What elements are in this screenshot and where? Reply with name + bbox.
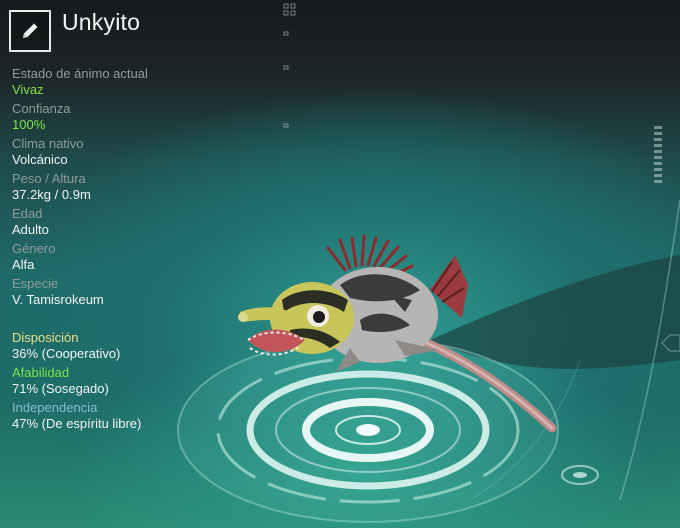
- stat-weight-height: Peso / Altura 37.2kg / 0.9m: [12, 171, 272, 203]
- stat-climate: Clima nativo Volcánico: [12, 136, 272, 168]
- stat-gender: Género Alfa: [12, 241, 272, 273]
- trait-value: 71% (Sosegado): [12, 381, 109, 396]
- trait-value: 36% (Cooperativo): [12, 346, 121, 361]
- stats-panel: Estado de ánimo actual Vivaz Confianza 1…: [12, 66, 272, 311]
- stat-label: Género: [12, 241, 56, 256]
- traits-panel: Disposición 36% (Cooperativo) Afabilidad…: [12, 330, 272, 435]
- trait-friendliness: Afabilidad 71% (Sosegado): [12, 365, 272, 397]
- stat-label: Peso / Altura: [12, 171, 86, 186]
- stat-value: Vivaz: [12, 82, 44, 97]
- hud-bar: [654, 126, 662, 183]
- stat-age: Edad Adulto: [12, 206, 272, 238]
- stat-label: Estado de ánimo actual: [12, 66, 148, 81]
- stat-label: Especie: [12, 276, 59, 291]
- creature-name: Unkyito: [62, 9, 141, 35]
- stat-value: 37.2kg / 0.9m: [12, 187, 91, 202]
- pencil-icon: [23, 23, 38, 38]
- hud-markers: [283, 3, 296, 128]
- stat-value: Adulto: [12, 222, 49, 237]
- trait-independence: Independencia 47% (De espíritu libre): [12, 400, 272, 432]
- stat-label: Confianza: [12, 101, 71, 116]
- stat-mood: Estado de ánimo actual Vivaz: [12, 66, 272, 98]
- trait-value: 47% (De espíritu libre): [12, 416, 142, 431]
- stat-value: Volcánico: [12, 152, 68, 167]
- stat-value: 100%: [12, 117, 46, 132]
- edit-name-button[interactable]: [9, 10, 51, 52]
- trait-disposition: Disposición 36% (Cooperativo): [12, 330, 272, 362]
- trait-label: Independencia: [12, 400, 98, 415]
- stat-species: Especie V. Tamisrokeum: [12, 276, 272, 308]
- stat-trust: Confianza 100%: [12, 101, 272, 133]
- stat-value: V. Tamisrokeum: [12, 292, 104, 307]
- trait-label: Disposición: [12, 330, 79, 345]
- stat-label: Edad: [12, 206, 43, 221]
- stat-value: Alfa: [12, 257, 35, 272]
- stat-label: Clima nativo: [12, 136, 84, 151]
- trait-label: Afabilidad: [12, 365, 70, 380]
